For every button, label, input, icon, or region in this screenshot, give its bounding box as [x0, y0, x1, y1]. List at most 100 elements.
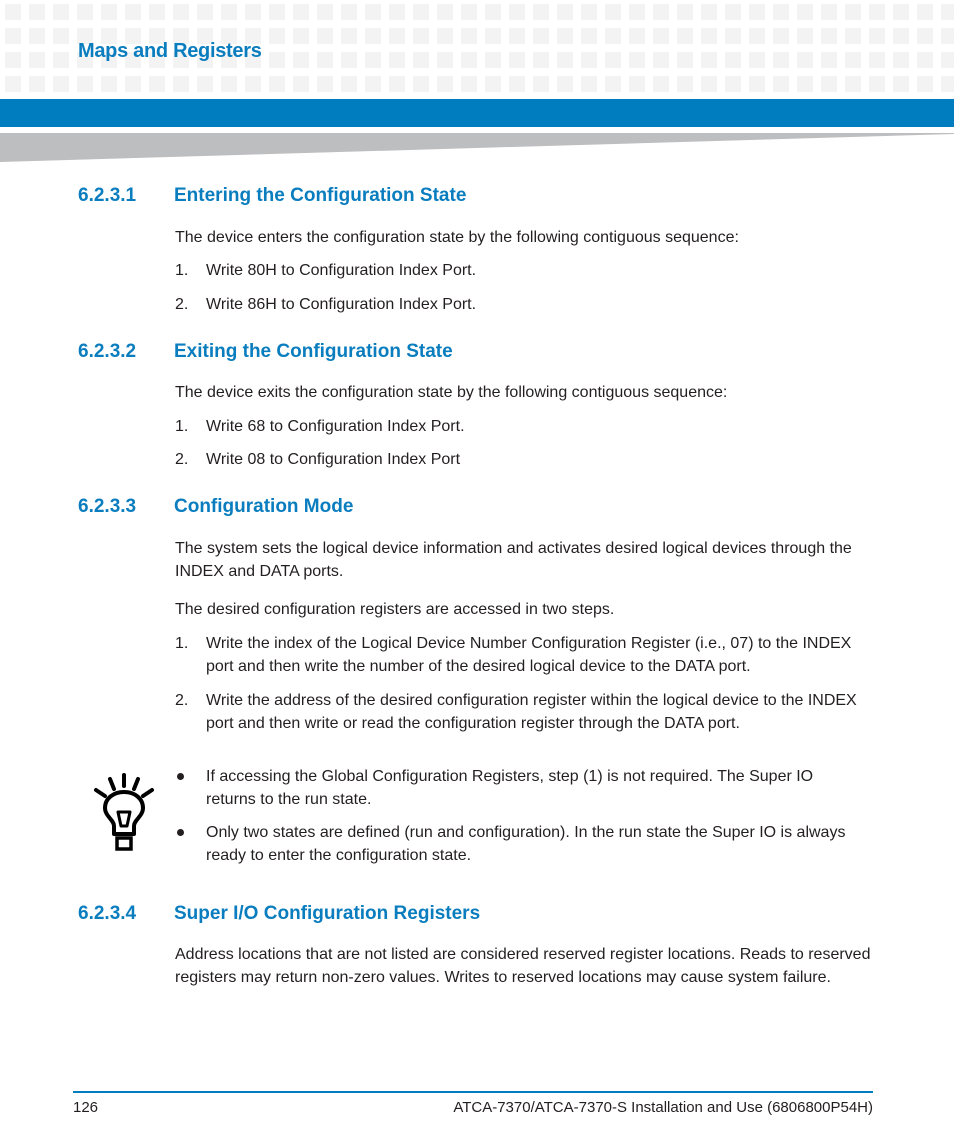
document-id: ATCA-7370/ATCA-7370-S Installation and U… — [453, 1099, 873, 1116]
header-gray-wedge — [0, 133, 954, 162]
grid-square — [845, 76, 861, 92]
list-number: 1. — [175, 418, 189, 435]
grid-square — [605, 52, 621, 68]
grid-square — [749, 52, 765, 68]
grid-square — [29, 52, 45, 68]
grid-square — [221, 4, 237, 20]
list-text: Write 08 to Configuration Index Port — [206, 451, 461, 468]
grid-square — [605, 28, 621, 44]
grid-square — [53, 28, 69, 44]
header-blue-bar — [0, 99, 954, 127]
grid-square — [701, 76, 717, 92]
grid-square — [101, 76, 117, 92]
grid-square — [53, 4, 69, 20]
grid-square — [725, 4, 741, 20]
list-text: Write 80H to Configuration Index Port. — [206, 262, 477, 279]
grid-square — [77, 76, 93, 92]
grid-square — [701, 28, 717, 44]
grid-square — [413, 76, 429, 92]
grid-square — [509, 4, 525, 20]
section-title: Exiting the Configuration State — [174, 341, 453, 362]
grid-square — [845, 4, 861, 20]
grid-square — [365, 52, 381, 68]
grid-square — [773, 28, 789, 44]
list-number: 1. — [175, 635, 189, 652]
grid-square — [941, 28, 954, 44]
grid-square — [605, 4, 621, 20]
grid-square — [725, 28, 741, 44]
grid-square — [173, 76, 189, 92]
grid-square — [341, 28, 357, 44]
grid-square — [749, 28, 765, 44]
grid-square — [365, 76, 381, 92]
grid-square — [485, 52, 501, 68]
grid-square — [917, 4, 933, 20]
paragraph: The device exits the configuration state… — [175, 384, 728, 401]
grid-square — [509, 28, 525, 44]
grid-square — [797, 28, 813, 44]
grid-square — [293, 28, 309, 44]
grid-square — [581, 4, 597, 20]
grid-square — [389, 4, 405, 20]
grid-square — [893, 76, 909, 92]
grid-square — [341, 76, 357, 92]
bullet-dot-icon — [177, 773, 184, 780]
grid-square — [245, 76, 261, 92]
grid-square — [677, 76, 693, 92]
grid-square — [917, 52, 933, 68]
grid-square — [173, 4, 189, 20]
grid-square — [893, 52, 909, 68]
list-text: Write the index of the Logical Device Nu… — [206, 635, 852, 675]
grid-square — [653, 52, 669, 68]
grid-square — [629, 52, 645, 68]
grid-square — [629, 28, 645, 44]
grid-square — [341, 4, 357, 20]
paragraph: The desired configuration registers are … — [175, 601, 615, 618]
grid-square — [653, 4, 669, 20]
grid-square — [629, 4, 645, 20]
section-number: 6.2.3.4 — [78, 903, 137, 924]
grid-square — [461, 4, 477, 20]
grid-square — [533, 52, 549, 68]
grid-square — [869, 76, 885, 92]
grid-square — [533, 28, 549, 44]
grid-square — [773, 52, 789, 68]
grid-square — [797, 76, 813, 92]
grid-square — [461, 28, 477, 44]
section-number: 6.2.3.1 — [78, 185, 137, 206]
grid-square — [797, 4, 813, 20]
grid-square — [557, 4, 573, 20]
grid-square — [845, 52, 861, 68]
grid-square — [413, 28, 429, 44]
bullet-text: Only two states are defined (run and con… — [206, 824, 846, 864]
grid-square — [557, 28, 573, 44]
grid-square — [869, 4, 885, 20]
section-number: 6.2.3.3 — [78, 496, 137, 517]
grid-square — [437, 4, 453, 20]
grid-square — [725, 76, 741, 92]
grid-square — [437, 52, 453, 68]
grid-square — [389, 28, 405, 44]
grid-square — [677, 4, 693, 20]
grid-square — [77, 4, 93, 20]
grid-square — [821, 52, 837, 68]
grid-square — [653, 76, 669, 92]
paragraph: The device enters the configuration stat… — [175, 229, 739, 246]
grid-square — [485, 28, 501, 44]
grid-square — [197, 4, 213, 20]
grid-square — [677, 52, 693, 68]
grid-square — [605, 76, 621, 92]
grid-square — [941, 4, 954, 20]
grid-square — [149, 76, 165, 92]
page-number: 126 — [73, 1099, 99, 1116]
section-title: Entering the Configuration State — [174, 185, 467, 206]
grid-square — [941, 76, 954, 92]
list-text: Write 86H to Configuration Index Port. — [206, 296, 477, 313]
chapter-title: Maps and Registers — [78, 40, 262, 62]
grid-square — [749, 4, 765, 20]
grid-square — [29, 4, 45, 20]
grid-square — [461, 52, 477, 68]
grid-square — [29, 76, 45, 92]
grid-square — [365, 28, 381, 44]
grid-square — [317, 28, 333, 44]
